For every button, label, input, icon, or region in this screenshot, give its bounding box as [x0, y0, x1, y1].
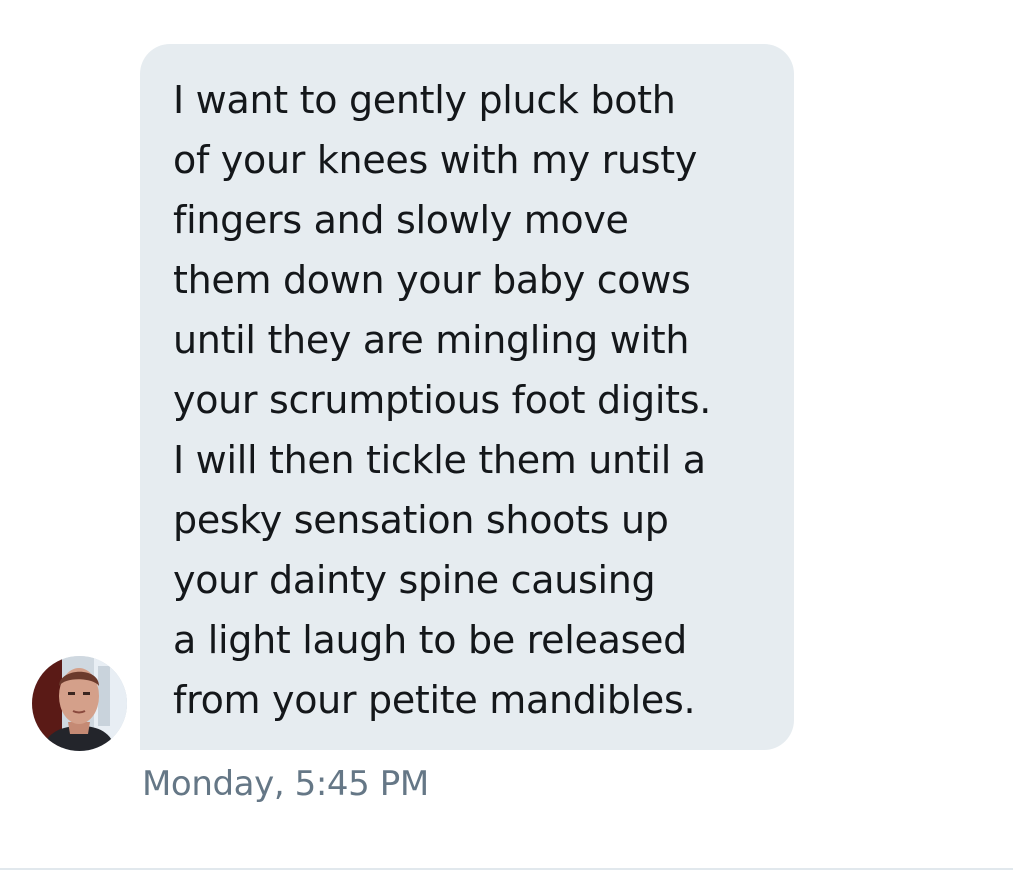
divider — [0, 868, 1013, 870]
message-text-line: I will then tickle them until a — [173, 438, 706, 482]
message-text-line: pesky sensation shoots up — [173, 498, 669, 542]
conversation-view: I want to gently pluck both of your knee… — [0, 0, 1013, 871]
message-text-line: I want to gently pluck both — [173, 78, 676, 122]
message-text-line: until they are mingling with — [173, 318, 690, 362]
message-text-line: them down your baby cows — [173, 258, 691, 302]
received-message-bubble[interactable]: I want to gently pluck both of your knee… — [140, 44, 794, 750]
message-timestamp: Monday, 5:45 PM — [142, 764, 429, 804]
message-text-line: your dainty spine causing — [173, 558, 656, 602]
message-text-line: of your knees with my rusty — [173, 138, 698, 182]
user-avatar-photo-icon — [32, 656, 127, 751]
message-text-line: fingers and slowly move — [173, 198, 629, 242]
sender-avatar[interactable] — [32, 656, 127, 751]
message-text-line: from your petite mandibles. — [173, 678, 696, 722]
message-text-line: a light laugh to be released — [173, 618, 687, 662]
message-text-line: your scrumptious foot digits. — [173, 378, 712, 422]
